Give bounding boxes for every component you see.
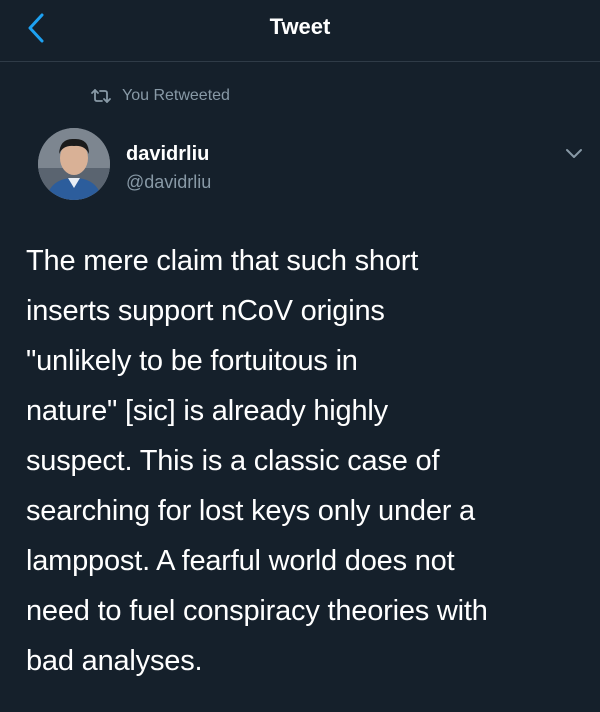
author-name[interactable]: davidrliu [126, 143, 209, 166]
tweet-text-line: bad analyses. [26, 645, 203, 677]
chevron-down-icon [565, 148, 583, 160]
author-handle[interactable]: @davidrliu [126, 172, 211, 193]
tweet-text-line: The mere claim that such short [26, 245, 419, 277]
top-bar: Tweet [0, 0, 600, 62]
retweet-label: You Retweeted [122, 87, 230, 104]
tweet-text-line: need to fuel conspiracy theories with [26, 595, 488, 627]
avatar[interactable] [38, 128, 110, 200]
tweet-text-line: inserts support nCoV origins [26, 295, 385, 327]
tweet-text-line: lamppost. A fearful world does not [26, 545, 455, 577]
tweet-menu-button[interactable] [562, 144, 586, 164]
tweet-text: The mere claim that such short inserts s… [26, 236, 578, 686]
retweet-icon [90, 88, 112, 104]
retweet-context: You Retweeted [90, 84, 230, 108]
tweet-text-line: searching for lost keys only under a [26, 495, 475, 527]
page-title: Tweet [269, 14, 331, 39]
tweet-text-line: "unlikely to be fortuitous in [26, 345, 358, 377]
tweet-text-line: suspect. This is a classic case of [26, 445, 440, 477]
tweet-text-line: nature" [sic] is already highly [26, 395, 388, 427]
